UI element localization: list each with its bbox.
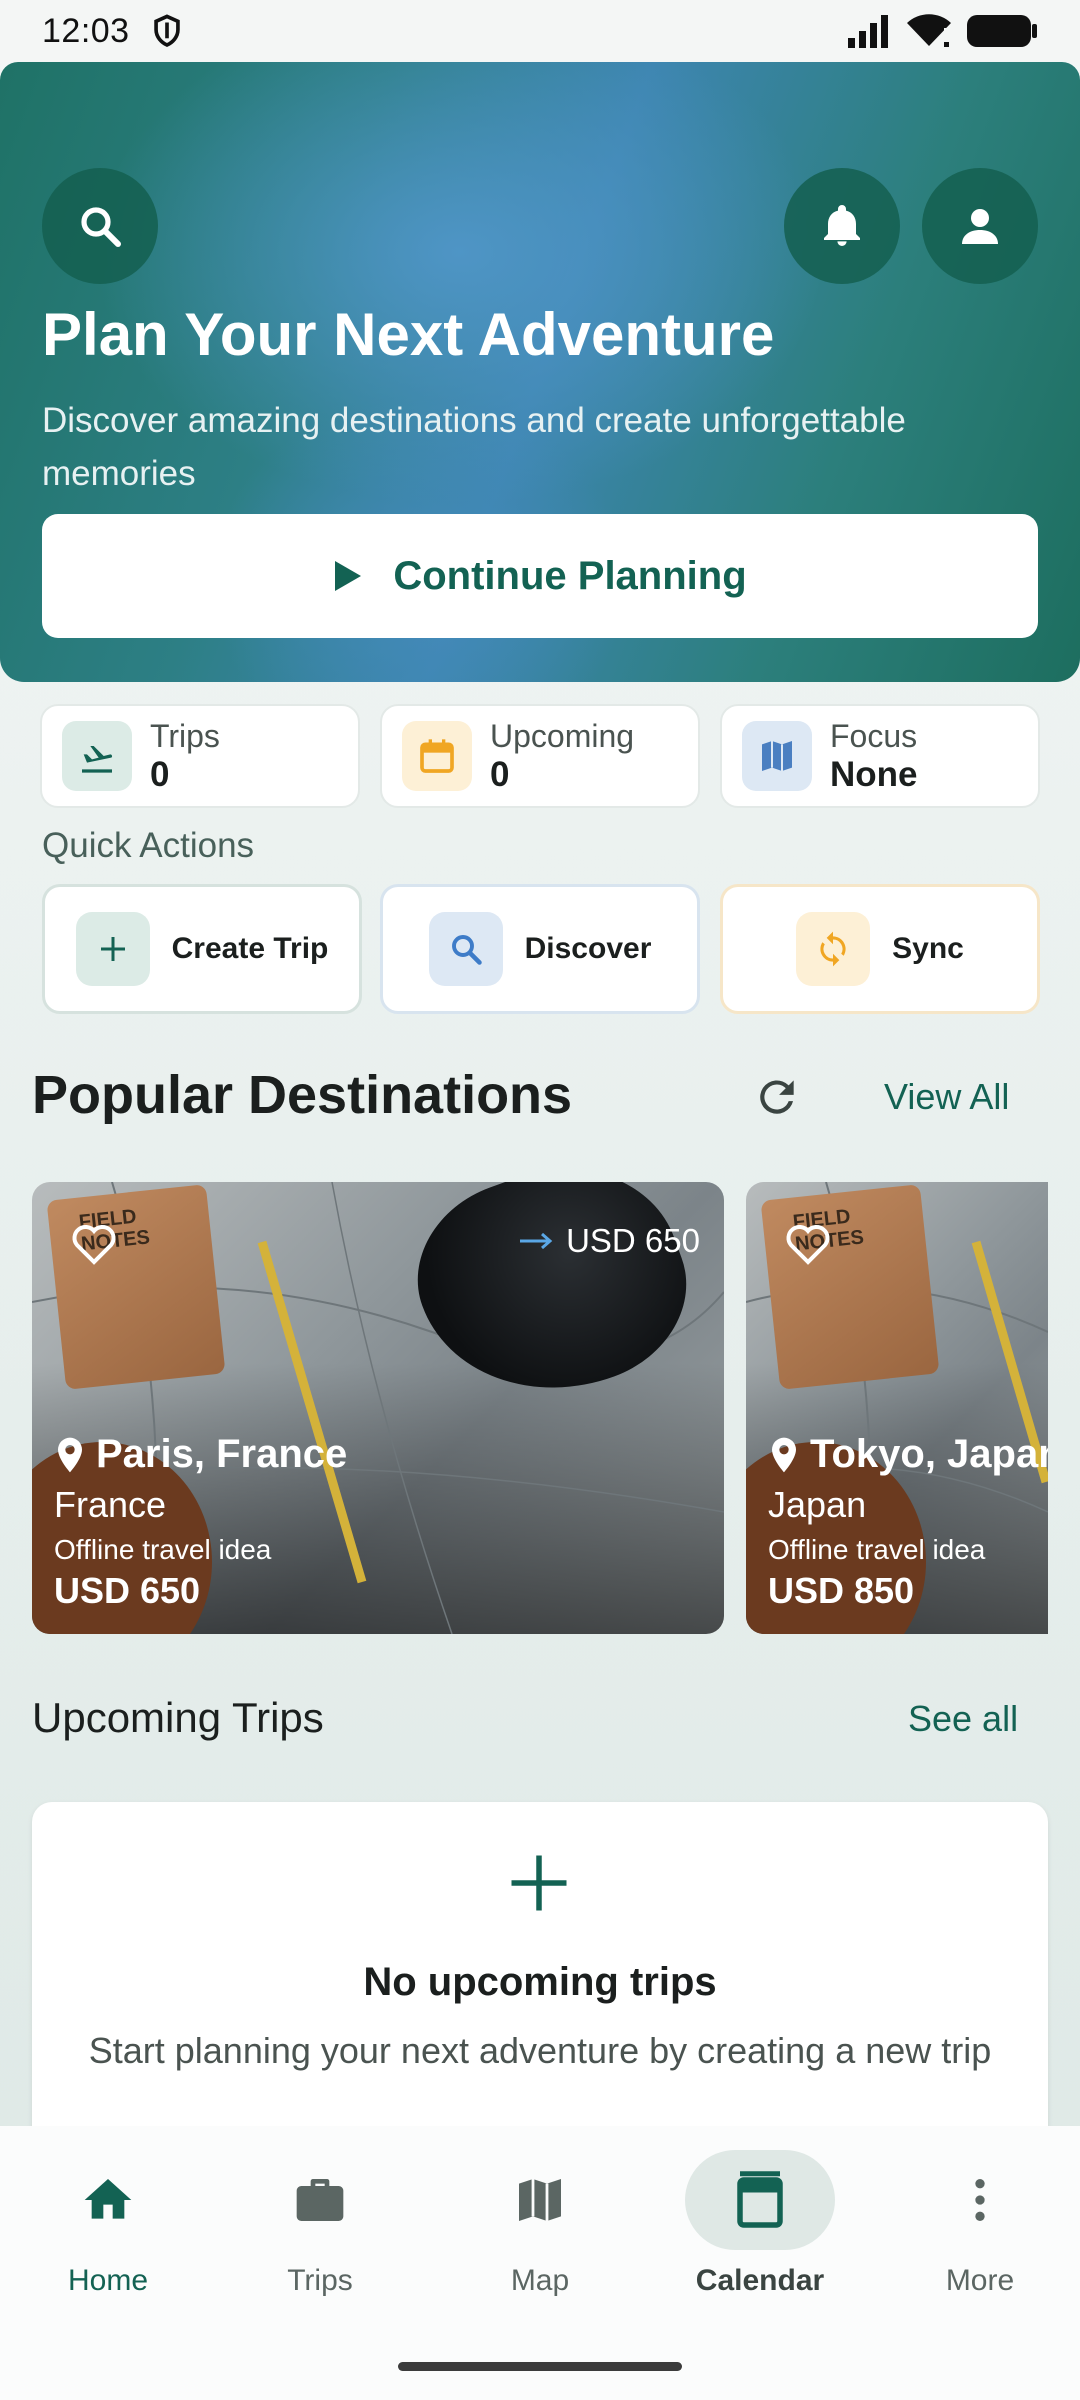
empty-text: Start planning your next adventure by cr… — [88, 2030, 992, 2071]
nav-label: Map — [510, 2264, 570, 2297]
refresh-icon[interactable] — [752, 1072, 802, 1122]
continue-planning-label: Continue Planning — [393, 553, 747, 598]
status-time: 12:03 — [42, 11, 130, 50]
discover-label: Discover — [524, 932, 652, 965]
nav-calendar[interactable]: Calendar — [652, 2150, 868, 2320]
nav-trips[interactable]: Trips — [212, 2150, 428, 2320]
destination-name-text: Tokyo, Japan — [810, 1432, 1048, 1476]
destination-price: USD 650 — [54, 1570, 201, 1611]
create-trip-label: Create Trip — [171, 932, 329, 965]
destination-country: Japan — [768, 1484, 867, 1525]
price-tag-value: USD 650 — [566, 1222, 700, 1259]
destination-note: Offline travel idea — [768, 1534, 986, 1565]
add-trip-icon[interactable] — [506, 1850, 572, 1916]
stat-card-upcoming[interactable]: Upcoming 0 — [380, 704, 700, 808]
destination-note: Offline travel idea — [54, 1534, 272, 1565]
person-icon — [962, 209, 998, 244]
calendar-icon — [402, 721, 472, 791]
location-pin-icon — [772, 1437, 796, 1472]
search-icon — [81, 207, 121, 247]
sync-button[interactable]: Sync — [720, 884, 1040, 1014]
discover-button[interactable]: Discover — [380, 884, 700, 1014]
see-all-link[interactable]: See all — [908, 1698, 1018, 1740]
nav-label: Calendar — [695, 2264, 825, 2297]
location-pin-icon — [58, 1437, 82, 1472]
nav-more[interactable]: More — [872, 2150, 1080, 2320]
nav-map[interactable]: Map — [432, 2150, 648, 2320]
nav-label: Home — [67, 2264, 149, 2297]
notifications-button[interactable] — [784, 168, 900, 284]
destination-name-text: Paris, France — [96, 1432, 348, 1476]
stat-value: 0 — [490, 755, 510, 794]
bell-icon — [824, 205, 860, 246]
upcoming-trips-title: Upcoming Trips — [32, 1694, 324, 1741]
destination-name: Tokyo, Japan — [768, 1432, 1048, 1477]
destination-name: Paris, France — [54, 1432, 347, 1477]
price-tag: USD 650 — [518, 1222, 700, 1260]
quick-actions-title: Quick Actions — [42, 826, 255, 865]
home-indicator[interactable] — [398, 2362, 682, 2371]
wifi-icon — [907, 14, 951, 47]
search-button[interactable] — [42, 168, 158, 284]
stat-label: Focus — [830, 718, 918, 754]
create-trip-button[interactable]: Create Trip — [42, 884, 362, 1014]
hero-subtitle: Discover amazing destinations and create… — [42, 401, 906, 493]
home-icon — [84, 2179, 132, 2219]
map-icon — [742, 721, 812, 791]
stat-card-trips[interactable]: Trips 0 — [40, 704, 360, 808]
continue-planning-button[interactable]: Continue Planning — [42, 514, 1038, 638]
destination-price: USD 850 — [768, 1570, 915, 1611]
notebook-decoration: FIELD NOTES — [760, 1184, 940, 1390]
stat-value: None — [830, 755, 918, 794]
notebook-decoration: FIELD NOTES — [46, 1184, 226, 1390]
hero-banner: Plan Your Next Adventure Discover amazin… — [0, 62, 1080, 682]
nav-label: Trips — [287, 2264, 353, 2297]
battery-icon — [967, 15, 1037, 47]
play-icon — [335, 561, 362, 591]
destination-card-tokyo[interactable]: FIELD NOTES Tokyo, Japan Japan Offline tr… — [746, 1182, 1048, 1634]
plus-icon — [75, 912, 150, 986]
flight-land-icon — [62, 721, 132, 791]
calendar-icon — [737, 2171, 783, 2228]
map-icon — [519, 2179, 561, 2221]
bottom-navigation: Home Trips Map Calendar More — [0, 2126, 1080, 2400]
sync-icon — [796, 912, 871, 986]
heart-icon[interactable] — [784, 1222, 832, 1266]
nav-label: More — [945, 2264, 1015, 2297]
destination-country: France — [54, 1484, 167, 1525]
nav-home[interactable]: Home — [0, 2150, 216, 2320]
stat-label: Upcoming — [490, 718, 635, 754]
destination-card-paris[interactable]: FIELD NOTES USD 650 Paris, France France … — [32, 1182, 724, 1634]
briefcase-icon — [296, 2179, 344, 2221]
view-all-link[interactable]: View All — [884, 1076, 1009, 1118]
popular-destinations-title: Popular Destinations — [32, 1065, 573, 1125]
status-bar: 12:03 — [0, 0, 1080, 62]
hero-title: Plan Your Next Adventure — [42, 301, 775, 368]
arrow-right-icon — [520, 1232, 553, 1250]
stat-label: Trips — [150, 718, 220, 754]
profile-button[interactable] — [922, 168, 1038, 284]
stat-value: 0 — [150, 755, 170, 794]
search-icon — [428, 912, 503, 986]
heart-icon[interactable] — [70, 1222, 118, 1266]
more-vert-icon — [975, 2179, 985, 2221]
empty-title: No upcoming trips — [363, 1960, 717, 2004]
signal-icon — [848, 15, 888, 48]
shield-icon — [153, 14, 180, 47]
stat-card-focus[interactable]: Focus None — [720, 704, 1040, 808]
sync-label: Sync — [892, 932, 964, 965]
